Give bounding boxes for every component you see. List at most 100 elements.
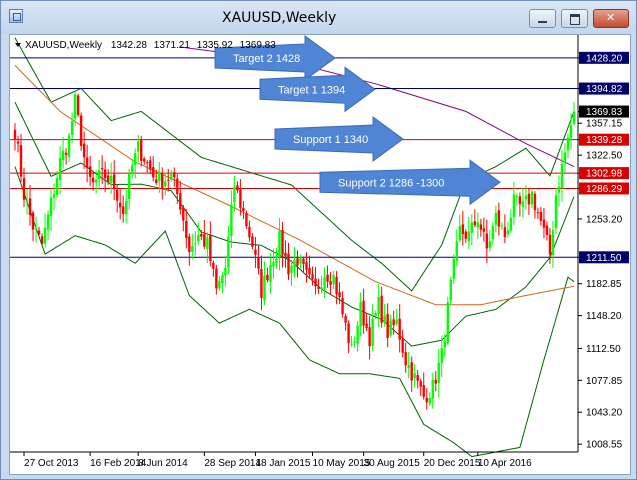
candle-body: [52, 194, 56, 199]
info-open: 1342.28: [111, 40, 148, 51]
candle-body: [515, 195, 519, 197]
candle-body: [182, 207, 185, 221]
candle-body: [356, 325, 359, 344]
candle-body: [572, 111, 576, 125]
candle-body: [85, 157, 89, 169]
candle-body: [82, 143, 86, 158]
candle-body: [16, 141, 20, 144]
x-tick-label: 10 Apr 2016: [478, 458, 532, 469]
candle-body: [269, 265, 272, 283]
annotation-label: Support 2 1286 -1300: [338, 177, 444, 189]
y-tick-label: 1043.20: [586, 408, 623, 419]
chart-area[interactable]: Target 2 1428 Target 1 1394 Support 1 1340…: [9, 34, 631, 475]
candle-body: [350, 343, 353, 345]
candle-body: [140, 139, 143, 161]
candle-body: [494, 212, 498, 225]
x-tick-label: 27 Oct 2013: [24, 458, 79, 469]
candle-body: [539, 211, 543, 221]
candle-body: [91, 177, 95, 183]
candle-body: [323, 277, 326, 290]
candle-body: [46, 214, 50, 230]
candle-body: [506, 230, 510, 235]
candle-body: [254, 249, 257, 255]
candle-body: [302, 258, 305, 264]
candle-body: [491, 225, 495, 240]
candle-body: [197, 235, 200, 242]
candle-body: [155, 179, 158, 184]
candle-body: [64, 152, 68, 155]
candle-body: [500, 225, 504, 227]
candle-body: [368, 327, 371, 347]
candle-body: [353, 341, 356, 343]
candle-body: [389, 320, 392, 336]
close-button[interactable]: [593, 9, 629, 28]
candle-body: [94, 179, 98, 183]
x-tick-label: 8 Jun 2014: [138, 458, 188, 469]
annotation-label: Target 2 1428: [233, 53, 300, 65]
candle-body: [461, 224, 464, 235]
candle-body: [257, 257, 260, 269]
candle-body: [488, 241, 492, 248]
candle-body: [329, 281, 332, 285]
y-tick-label: 1394.82: [586, 84, 623, 95]
x-tick-label: 28 Sep 2014: [204, 458, 261, 469]
y-tick-label: 1322.50: [586, 151, 623, 162]
candle-body: [398, 318, 401, 340]
y-tick-label: 1253.20: [586, 214, 623, 225]
y-tick-label: 1357.15: [586, 119, 623, 130]
window-title: XAUUSD,Weekly: [222, 10, 337, 26]
candle-body: [503, 227, 507, 238]
candle-body: [395, 319, 398, 324]
candle-body: [248, 226, 251, 238]
candle-body: [203, 234, 206, 247]
minimize-button[interactable]: [529, 9, 556, 28]
candle-body: [200, 233, 203, 237]
candle-body: [97, 170, 101, 180]
y-tick-label: 1286.29: [586, 184, 623, 195]
candle-body: [58, 158, 62, 180]
chart-window-icon[interactable]: [9, 9, 23, 23]
candle-body: [152, 167, 155, 178]
x-tick-label: 10 May 2015: [313, 458, 371, 469]
candle-body: [179, 193, 182, 210]
candle-body: [437, 362, 440, 383]
candle-body: [109, 175, 113, 183]
candle-body: [563, 152, 567, 163]
candle-body: [272, 261, 275, 267]
candle-body: [566, 137, 570, 151]
candle-body: [419, 381, 422, 387]
candle-body: [221, 275, 224, 284]
candle-body: [25, 200, 29, 202]
candle-body: [131, 165, 134, 175]
candle-body: [115, 189, 119, 201]
x-tick-label: 18 Jan 2015: [255, 458, 310, 469]
candle-body: [332, 274, 335, 285]
candle-body: [167, 179, 170, 181]
candle-body: [401, 338, 404, 353]
y-tick-label: 1339.28: [586, 135, 623, 146]
candle-body: [164, 181, 167, 187]
title-bar[interactable]: XAUUSD,Weekly: [1, 1, 636, 34]
candle-body: [76, 95, 80, 115]
info-close: 1369.83: [240, 40, 277, 51]
candle-body: [134, 153, 137, 166]
y-tick-label: 1369.83: [586, 107, 623, 118]
candle-body: [70, 121, 74, 135]
candle-body: [530, 191, 534, 205]
chart-window: XAUUSD,Weekly Target 2 1428 Target 1 1394…: [0, 0, 637, 480]
candle-body: [137, 141, 140, 152]
candle-body: [431, 379, 434, 399]
candle-body: [557, 186, 561, 193]
price-chart[interactable]: Target 2 1428 Target 1 1394 Support 1 1340…: [10, 35, 630, 474]
candle-body: [482, 228, 486, 232]
candle-body: [124, 201, 128, 215]
candle-body: [536, 212, 540, 214]
annotation-label: Support 1 1340: [293, 134, 368, 146]
candle-body: [284, 252, 287, 257]
candle-body: [31, 212, 35, 230]
maximize-button[interactable]: [561, 9, 588, 28]
info-low: 1335.92: [197, 40, 234, 51]
candle-body: [206, 237, 209, 250]
candle-body: [560, 163, 564, 189]
bollinger-lower-band: [14, 166, 575, 458]
